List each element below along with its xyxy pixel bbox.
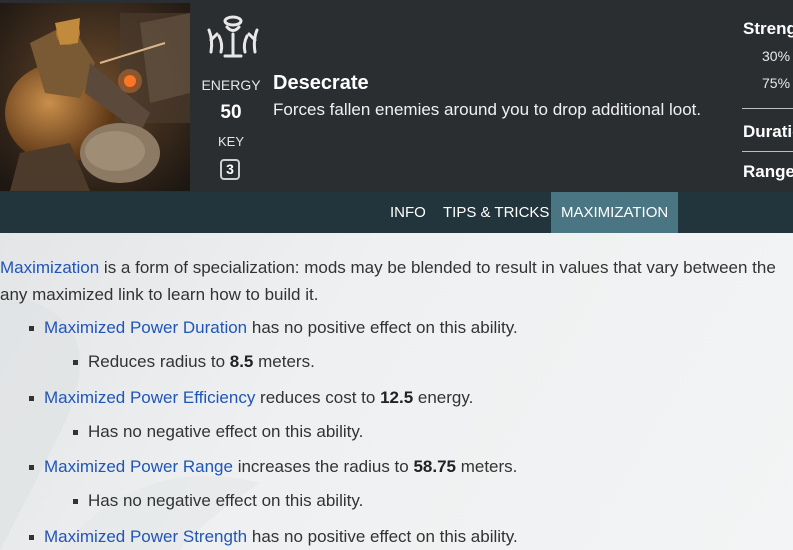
- list-item: Maximized Power Duration has no positive…: [44, 318, 518, 338]
- list-item-text: has no positive effect on this ability.: [247, 527, 518, 546]
- sub-list-item: Has no negative effect on this ability.: [88, 422, 364, 441]
- list-item-text: has no positive effect on this ability.: [247, 318, 518, 337]
- ability-name: Desecrate: [273, 72, 369, 94]
- list-item-value: 12.5: [380, 388, 414, 407]
- sub-list-bullet: [73, 499, 78, 504]
- intro-text-line2: any maximized link to learn how to build…: [0, 285, 319, 304]
- energy-value: 50: [220, 102, 242, 123]
- ability-header: ENERGY 50 KEY 3 Desecrate Forces fallen …: [0, 0, 793, 192]
- list-bullet: [29, 326, 34, 331]
- key-badge: 3: [220, 159, 240, 180]
- duration-stat-title: Duratio: [743, 122, 793, 141]
- maximization-link[interactable]: Maximization: [0, 258, 99, 277]
- sub-item-text: Reduces radius to: [88, 352, 230, 371]
- stat-divider: [742, 151, 793, 152]
- list-item-text: energy.: [413, 388, 474, 407]
- sub-list-item: Reduces radius to 8.5 meters.: [88, 352, 315, 372]
- maximized-power-range-link[interactable]: Maximized Power Range: [44, 457, 233, 476]
- intro-text-line1: is a form of specialization: mods may be…: [99, 258, 776, 277]
- list-item-text: reduces cost to: [255, 388, 381, 407]
- maximization-content: Maximization is a form of specialization…: [0, 233, 793, 550]
- ability-tab-bar: INFO TIPS & TRICKS MAXIMIZATION: [0, 192, 793, 233]
- stat-divider: [742, 108, 793, 109]
- energy-label: ENERGY: [201, 77, 261, 93]
- ability-description: Forces fallen enemies around you to drop…: [273, 100, 702, 119]
- desecrate-ability-icon: [203, 12, 263, 64]
- sub-item-text: meters.: [253, 352, 315, 371]
- sub-list-item: Has no negative effect on this ability.: [88, 491, 364, 510]
- list-bullet: [29, 465, 34, 470]
- strength-stat-title: Streng: [743, 19, 793, 38]
- list-item: Maximized Power Strength has no positive…: [44, 527, 518, 547]
- tab-tips-and-tricks[interactable]: TIPS & TRICKS: [433, 192, 559, 233]
- tab-maximization[interactable]: MAXIMIZATION: [551, 192, 678, 233]
- list-item: Maximized Power Range increases the radi…: [44, 457, 517, 477]
- list-item-text: increases the radius to: [232, 457, 414, 476]
- strength-stat-value: 30%: [762, 48, 791, 64]
- ability-stats-panel: Streng 30% 75% Duratio Range: [742, 0, 793, 192]
- maximized-power-duration-link[interactable]: Maximized Power Duration: [44, 318, 247, 337]
- list-item-text: meters.: [456, 457, 518, 476]
- warframe-portrait-image: [0, 3, 190, 191]
- strength-stat-value: 75%: [762, 75, 791, 91]
- list-item-value: 58.75: [413, 457, 456, 476]
- sub-list-bullet: [73, 430, 78, 435]
- key-label: KEY: [217, 134, 244, 149]
- list-item: Maximized Power Efficiency reduces cost …: [44, 388, 473, 408]
- tab-info[interactable]: INFO: [380, 192, 436, 233]
- sub-item-value: 8.5: [229, 352, 254, 371]
- range-stat-title: Range: [743, 162, 793, 181]
- list-bullet: [29, 535, 34, 540]
- maximized-power-strength-link[interactable]: Maximized Power Strength: [44, 527, 247, 546]
- list-bullet: [29, 396, 34, 401]
- intro-paragraph: Maximization is a form of specialization…: [0, 254, 793, 308]
- maximized-power-efficiency-link[interactable]: Maximized Power Efficiency: [44, 388, 255, 407]
- sub-list-bullet: [73, 360, 78, 365]
